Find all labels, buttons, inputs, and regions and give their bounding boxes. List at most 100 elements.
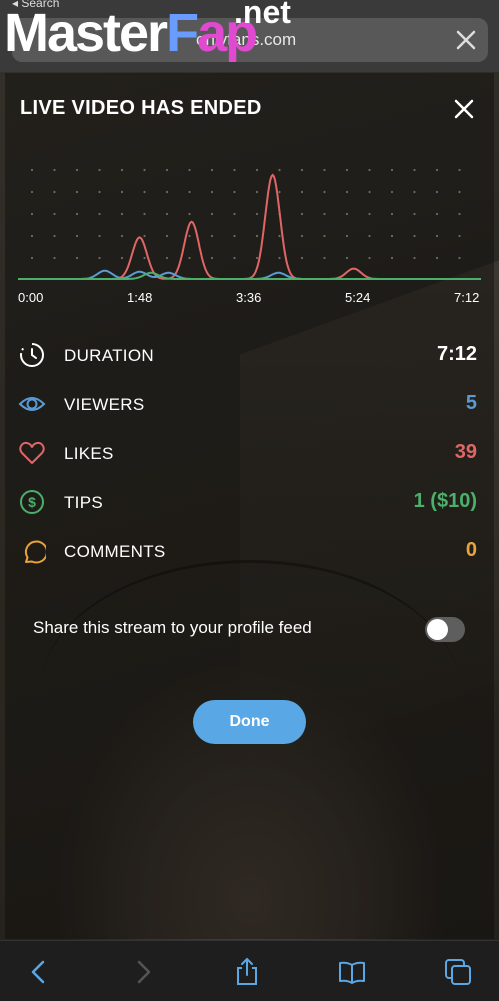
grid-dot: [323, 190, 326, 194]
grid-dot: [233, 212, 236, 216]
stat-value: 5: [465, 392, 477, 414]
stat-value: 0: [465, 539, 477, 561]
grid-dot: [233, 168, 236, 172]
grid-dot: [53, 234, 56, 238]
grid-dot: [278, 190, 281, 194]
grid-dot: [458, 190, 461, 194]
grid-dot: [120, 256, 124, 260]
stat-value: 39: [454, 441, 477, 463]
stat-duration: DURATION 7:12: [0, 341, 499, 371]
grid-dot: [98, 190, 101, 194]
x-tick-3: 5:24: [345, 290, 371, 305]
done-button[interactable]: Done: [193, 700, 306, 744]
bookmarks-icon[interactable]: [337, 957, 367, 987]
grid-dot: [323, 168, 326, 172]
grid-dot: [413, 168, 416, 172]
grid-dot: [323, 256, 326, 260]
grid-dot: [255, 212, 259, 216]
watermark-logo: MasterFap: [4, 3, 258, 63]
x-tick-0: 0:00: [18, 290, 44, 305]
grid-dot: [413, 212, 416, 216]
grid-dot: [143, 256, 146, 260]
eye-icon: [18, 397, 46, 411]
grid-dot: [143, 212, 146, 216]
grid-dot: [188, 168, 191, 172]
grid-dot: [368, 234, 371, 238]
stat-label: DURATION: [64, 346, 154, 365]
back-icon[interactable]: [24, 957, 54, 987]
grid-dot: [53, 212, 56, 216]
share-to-feed-toggle[interactable]: [425, 617, 465, 642]
grid-dot: [120, 234, 124, 238]
comment-icon: [24, 540, 46, 564]
series-line-2: [18, 271, 481, 280]
grid-dot: [233, 190, 236, 194]
grid-dot: [75, 212, 79, 216]
browser-topbar: ◂ Search onlyfans.com MasterFap .net: [0, 0, 499, 72]
share-icon[interactable]: [232, 957, 262, 987]
grid-dot: [390, 168, 394, 172]
grid-dot: [53, 168, 56, 172]
grid-dot: [255, 168, 259, 172]
grid-dot: [458, 256, 461, 260]
grid-dot: [368, 256, 371, 260]
grid-dot: [75, 256, 79, 260]
grid-dot: [323, 234, 326, 238]
grid-dot: [188, 256, 191, 260]
heart-icon: [19, 441, 45, 464]
watermark-net: .net: [234, 0, 291, 30]
grid-dot: [30, 234, 34, 238]
grid-dot: [300, 234, 304, 238]
close-icon[interactable]: [450, 95, 478, 123]
grid-dot: [233, 234, 236, 238]
clock-icon: [20, 343, 44, 367]
grid-dot: [98, 168, 101, 172]
grid-dot: [165, 168, 169, 172]
grid-dot: [368, 212, 371, 216]
grid-dot: [345, 212, 349, 216]
x-tick-2: 3:36: [236, 290, 262, 305]
grid-dot: [210, 190, 214, 194]
stat-tips: $ TIPS 1 ($10): [0, 488, 499, 518]
grid-dot: [458, 168, 461, 172]
grid-dot: [98, 256, 101, 260]
series-line-0: [18, 173, 481, 280]
forward-icon[interactable]: [128, 957, 158, 987]
grid-dot: [345, 256, 349, 260]
x-tick-4: 7:12: [454, 290, 480, 305]
grid-dot: [188, 234, 191, 238]
x-tick-1: 1:48: [127, 290, 153, 305]
stat-value: 7:12: [436, 343, 477, 365]
grid-dot: [188, 190, 191, 194]
grid-dot: [278, 256, 281, 260]
grid-dot: [413, 234, 416, 238]
toggle-knob: [427, 619, 448, 640]
grid-dot: [435, 168, 439, 172]
grid-dot: [75, 190, 79, 194]
grid-dot: [210, 212, 214, 216]
grid-dot: [390, 234, 394, 238]
stat-likes: LIKES 39: [0, 439, 499, 469]
grid-dot: [98, 234, 101, 238]
grid-dot: [345, 234, 349, 238]
grid-dot: [75, 168, 79, 172]
svg-text:$: $: [28, 494, 36, 510]
stat-value: 1 ($10): [413, 490, 477, 512]
grid-dot: [435, 212, 439, 216]
tabs-icon[interactable]: [443, 957, 473, 987]
grid-dot: [390, 212, 394, 216]
grid-dot: [30, 168, 34, 172]
stat-label: VIEWERS: [64, 395, 145, 414]
grid-dot: [30, 256, 34, 260]
stat-label: LIKES: [64, 444, 114, 463]
clear-url-icon[interactable]: [452, 26, 480, 54]
grid-dot: [458, 212, 461, 216]
grid-dot: [165, 234, 169, 238]
grid-dot: [300, 256, 304, 260]
grid-dot: [210, 234, 214, 238]
grid-dot: [143, 234, 146, 238]
grid-dot: [345, 168, 349, 172]
grid-dot: [278, 168, 281, 172]
grid-dot: [435, 190, 439, 194]
grid-dot: [143, 168, 146, 172]
